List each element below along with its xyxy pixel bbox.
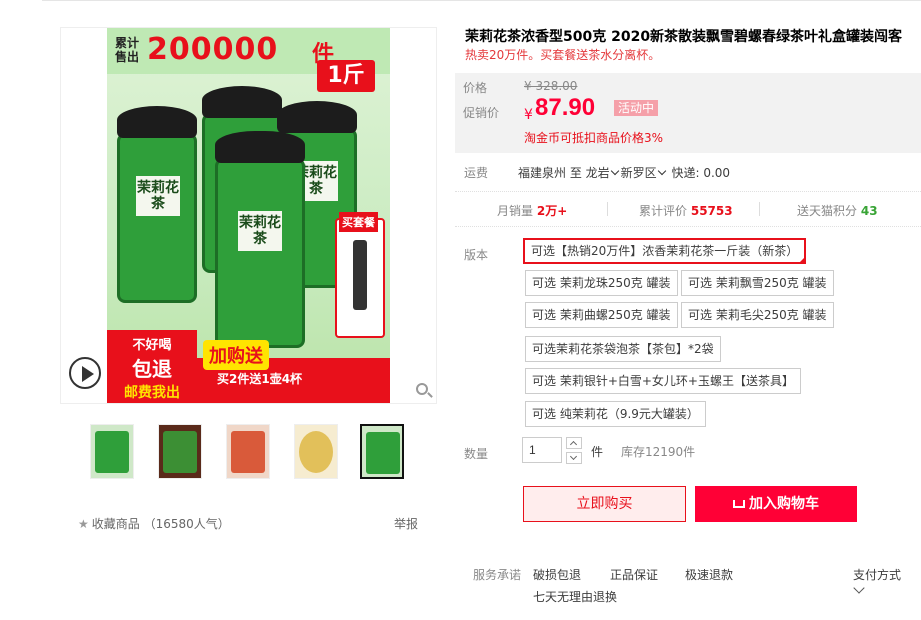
shipping-district[interactable]: 新罗区 xyxy=(621,166,657,180)
version-option[interactable]: 可选 纯茉莉花（9.9元大罐装） xyxy=(525,401,706,427)
points-label: 送天猫积分 xyxy=(797,204,858,218)
stat-reviews[interactable]: 累计评价 55753 xyxy=(639,202,733,219)
thumbnail-4[interactable] xyxy=(294,424,338,479)
currency-symbol: ¥ xyxy=(524,107,533,123)
monthly-label: 月销量 xyxy=(497,204,534,218)
shipping-label: 运费 xyxy=(464,166,489,180)
weight-tag: 1斤 xyxy=(317,60,375,92)
chevron-down-icon[interactable] xyxy=(610,166,619,176)
product-subtitle: 热卖20万件。买套餐送茶水分离杯。 xyxy=(465,48,661,62)
promo-price: 87.90 xyxy=(535,94,596,121)
banner-label: 累计售出 xyxy=(115,36,140,64)
refund-line-3: 邮费我出 xyxy=(124,385,180,401)
product-photo: 累计售出 200000 件 1斤 茉莉花茶 茉莉花茶 茉莉花茶 买套餐 买2件送… xyxy=(107,28,390,403)
add-to-cart-label: 加入购物车 xyxy=(749,496,819,512)
chevron-down-icon[interactable] xyxy=(853,582,865,594)
version-option[interactable]: 可选茉莉花茶袋泡茶【茶包】*2袋 xyxy=(525,336,721,362)
taojin-note[interactable]: 淘金币可抵扣商品价格3% xyxy=(524,129,663,146)
gift-set-badge: 买套餐 xyxy=(335,212,385,338)
version-label: 版本 xyxy=(464,248,489,262)
orig-price: ¥ 328.00 xyxy=(524,79,578,93)
bottom-bar-text: 买2件送1壶4杯 xyxy=(217,372,303,386)
service-item[interactable]: 正品保证 xyxy=(610,566,658,583)
refund-line-1: 不好喝 xyxy=(132,338,172,353)
payment-methods[interactable]: 支付方式 xyxy=(853,566,901,583)
add-to-cart-button[interactable]: 加入购物车 xyxy=(695,486,857,522)
top-divider xyxy=(42,0,921,6)
shipping-info: 福建泉州 至 龙岩 新罗区 快递: 0.00 xyxy=(518,164,730,181)
favorite-label: 收藏商品 xyxy=(91,517,140,531)
thumbnail-1[interactable] xyxy=(90,424,134,479)
points-value: 43 xyxy=(860,204,878,218)
service-item[interactable]: 破损包退 xyxy=(533,566,581,583)
quantity-label: 数量 xyxy=(464,447,489,461)
promo-price-label: 促销价 xyxy=(463,106,500,120)
favorite-product[interactable]: ★ 收藏商品 （16580人气） xyxy=(78,515,230,532)
quantity-input[interactable] xyxy=(522,437,562,463)
promo-status-badge: 活动中 xyxy=(614,100,659,116)
version-option[interactable]: 可选 茉莉毛尖250克 罐装 xyxy=(681,302,834,328)
version-option[interactable]: 可选 茉莉龙珠250克 罐装 xyxy=(525,270,678,296)
service-item[interactable]: 极速退款 xyxy=(685,566,733,583)
stat-divider xyxy=(607,202,608,216)
quantity-unit: 件 xyxy=(591,445,604,459)
stat-points: 送天猫积分 43 xyxy=(797,202,878,219)
version-option[interactable]: 可选 茉莉银针+白雪+女儿环+玉螺王【送茶具】 xyxy=(525,368,801,394)
product-title: 茉莉花茶浓香型500克 2020新茶散装飘雪碧螺春绿茶叶礼盒罐装闯客 xyxy=(465,29,903,45)
monthly-value: 2万+ xyxy=(536,204,568,218)
refund-line-2: 包退 xyxy=(132,357,172,381)
reviews-value: 55753 xyxy=(690,204,733,218)
service-label: 服务承诺 xyxy=(473,568,522,582)
shipping-method: 快递: 0.00 xyxy=(671,166,731,180)
stat-divider xyxy=(759,202,760,216)
main-product-image[interactable]: 累计售出 200000 件 1斤 茉莉花茶 茉莉花茶 茉莉花茶 买套餐 买2件送… xyxy=(60,27,437,404)
star-icon: ★ xyxy=(78,517,89,531)
refund-badge: 不好喝 包退 邮费我出 xyxy=(107,330,197,403)
cart-icon xyxy=(733,500,745,508)
chevron-up-icon xyxy=(569,440,578,449)
can-label-left: 茉莉花茶 xyxy=(136,176,180,216)
buy-now-button[interactable]: 立即购买 xyxy=(523,486,686,522)
orig-price-label: 价格 xyxy=(463,81,488,95)
tea-can-front: 茉莉花茶 xyxy=(215,131,305,348)
can-label-front: 茉莉花茶 xyxy=(238,211,282,251)
version-option[interactable]: 可选【热销20万件】浓香茉莉花茶一斤装（新茶） xyxy=(523,238,807,264)
stat-monthly: 月销量 2万+ xyxy=(497,202,567,219)
banner-number: 200000 xyxy=(147,32,279,67)
zoom-icon[interactable] xyxy=(416,383,434,401)
quantity-decrease-button[interactable] xyxy=(566,452,582,464)
quantity-increase-button[interactable] xyxy=(566,437,582,449)
service-item[interactable]: 七天无理由退换 xyxy=(533,588,617,605)
version-option[interactable]: 可选 茉莉飘雪250克 罐装 xyxy=(681,270,834,296)
bottle-icon xyxy=(353,240,367,310)
sales-stats: 月销量 2万+ 累计评价 55753 送天猫积分 43 xyxy=(455,191,921,227)
favorite-count: （16580人气） xyxy=(143,517,230,531)
gift-tag: 买套餐 xyxy=(339,212,378,232)
chevron-down-icon[interactable] xyxy=(657,166,666,176)
add-buy-tag: 加购送 xyxy=(203,340,269,370)
play-video-icon[interactable] xyxy=(69,357,101,389)
reviews-label: 累计评价 xyxy=(639,204,688,218)
thumbnail-5[interactable] xyxy=(360,424,404,479)
thumbnail-2[interactable] xyxy=(158,424,202,479)
stock-count: 库存12190件 xyxy=(621,445,696,459)
price-box: 价格 ¥ 328.00 促销价 ¥ 87.90 活动中 淘金币可抵扣商品价格3% xyxy=(455,73,921,153)
version-option[interactable]: 可选 茉莉曲螺250克 罐装 xyxy=(525,302,678,328)
chevron-down-icon xyxy=(569,452,578,461)
thumbnail-3[interactable] xyxy=(226,424,270,479)
report-link[interactable]: 举报 xyxy=(394,515,418,532)
tea-can-left: 茉莉花茶 xyxy=(117,106,197,303)
shipping-from-to[interactable]: 福建泉州 至 龙岩 xyxy=(518,166,610,180)
